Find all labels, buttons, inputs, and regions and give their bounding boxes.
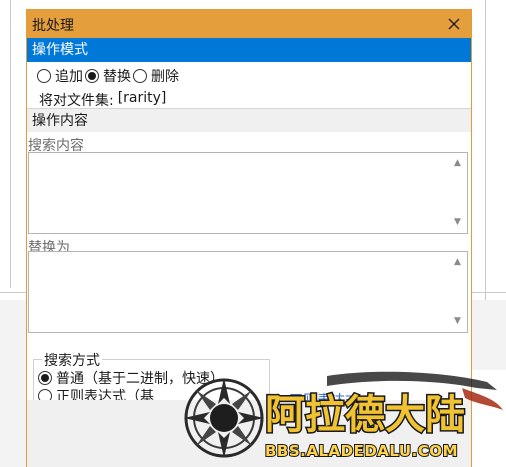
search-method-title: 搜索方式 bbox=[42, 350, 102, 370]
background-divider bbox=[0, 292, 26, 293]
background-divider bbox=[472, 292, 506, 293]
close-button[interactable] bbox=[437, 10, 471, 38]
search-scrollbar[interactable]: ▲ ▼ bbox=[450, 153, 467, 233]
dialog-title: 批处理 bbox=[32, 18, 74, 34]
background-divider bbox=[485, 0, 486, 300]
watermark-url-text: BBS.ALADEDALU.COM bbox=[265, 442, 458, 460]
close-icon bbox=[448, 18, 460, 30]
file-set-value: [rarity] bbox=[117, 90, 167, 106]
watermark: 阿拉德大陆 BBS.ALADEDALU.COM bbox=[177, 368, 506, 467]
watermark-graphic: 阿拉德大陆 BBS.ALADEDALU.COM bbox=[184, 371, 503, 461]
mode-section-header[interactable]: 操作模式 bbox=[27, 38, 471, 62]
radio-circle bbox=[37, 69, 51, 83]
replace-textarea[interactable]: ▲ ▼ bbox=[28, 251, 468, 333]
radio-circle bbox=[133, 69, 147, 83]
replace-scrollbar[interactable]: ▲ ▼ bbox=[450, 252, 467, 332]
mode-radio-group: 追加 替换 删除 bbox=[37, 66, 181, 86]
radio-label: 删除 bbox=[151, 69, 179, 85]
scroll-down-icon[interactable]: ▼ bbox=[454, 218, 461, 227]
mode-replace-radio[interactable]: 替换 bbox=[85, 66, 131, 86]
mode-panel: 追加 替换 删除 将对文件集: [rarity] bbox=[27, 62, 471, 110]
title-bar[interactable]: 批处理 bbox=[27, 10, 471, 38]
scroll-up-icon[interactable]: ▲ bbox=[454, 159, 461, 168]
scroll-down-icon[interactable]: ▼ bbox=[454, 317, 461, 326]
compass-emblem-icon bbox=[184, 378, 264, 458]
file-set-label: 将对文件集: bbox=[39, 93, 114, 109]
radio-circle bbox=[38, 371, 52, 385]
search-textarea[interactable]: ▲ ▼ bbox=[28, 152, 468, 234]
mode-append-radio[interactable]: 追加 bbox=[37, 66, 83, 86]
radio-circle bbox=[85, 69, 99, 83]
background-divider bbox=[10, 0, 11, 288]
watermark-logo-text: 阿拉德大陆 bbox=[265, 391, 465, 438]
content-section-header[interactable]: 操作内容 bbox=[27, 108, 471, 132]
background-panel bbox=[472, 300, 506, 370]
file-set-row: 将对文件集: [rarity] bbox=[39, 90, 166, 110]
radio-label: 替换 bbox=[103, 69, 131, 85]
mode-delete-radio[interactable]: 删除 bbox=[133, 66, 179, 86]
background-panel bbox=[0, 300, 26, 467]
scroll-up-icon[interactable]: ▲ bbox=[454, 258, 461, 267]
radio-label: 追加 bbox=[55, 69, 83, 85]
